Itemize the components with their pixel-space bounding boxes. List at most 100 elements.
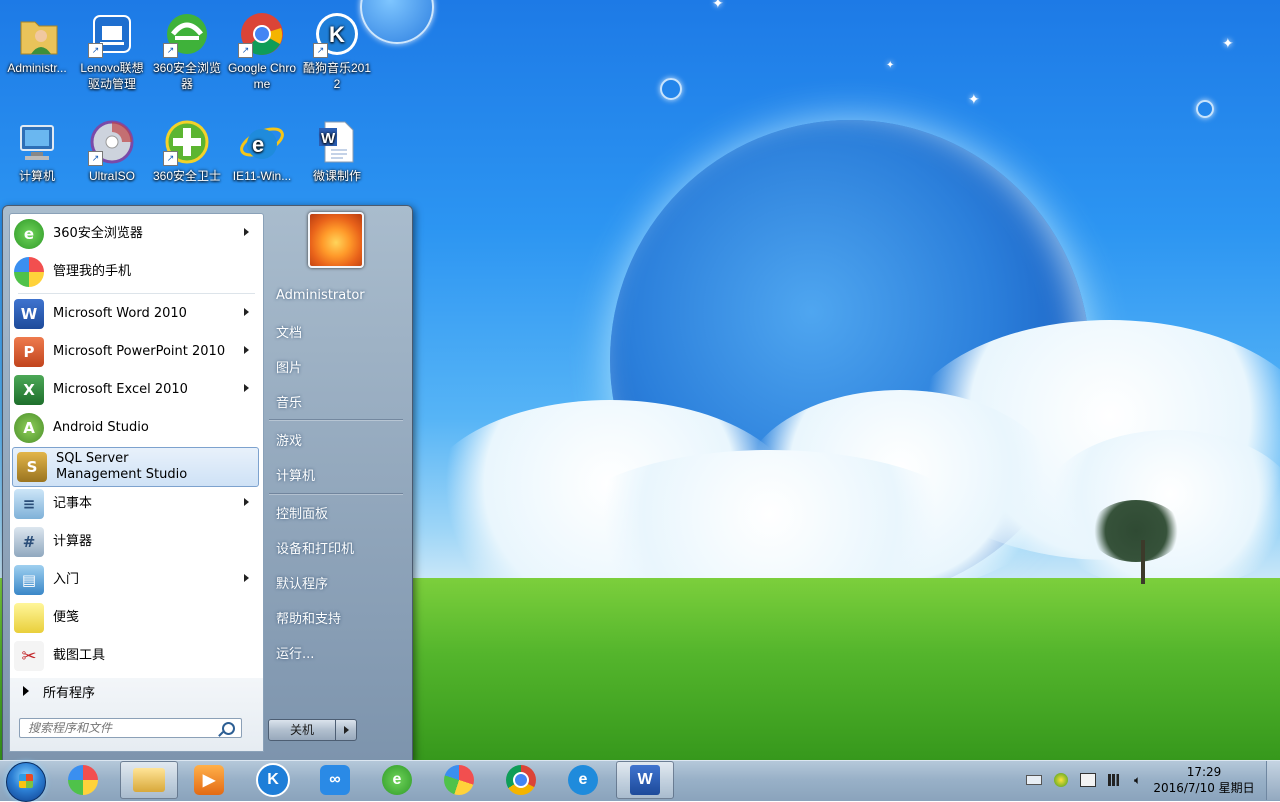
program-item-snipping-tool[interactable]: ✂ 截图工具 [10, 637, 261, 675]
clipboard-icon[interactable] [1080, 773, 1096, 787]
keyboard-icon[interactable] [1026, 775, 1042, 785]
wallpaper-star: ✦ [886, 60, 895, 71]
program-item-360-browser[interactable]: e 360安全浏览器 [10, 215, 261, 253]
sticky-notes-icon [14, 603, 44, 633]
shortcut-arrow-icon: ↗ [88, 151, 103, 166]
submenu-arrow-icon[interactable] [244, 384, 249, 392]
desktop-icon-administrator[interactable]: Administr... [0, 6, 74, 76]
guard-360-tray-icon[interactable] [1054, 773, 1068, 787]
program-item-word[interactable]: W Microsoft Word 2010 [10, 295, 261, 333]
taskbar-item-ie[interactable]: e [556, 761, 610, 799]
desktop-icon-360-guard[interactable]: ↗ 360安全卫士 [150, 114, 224, 184]
taskbar-item-360-browser[interactable]: e [370, 761, 424, 799]
taskbar-item-chrome[interactable] [494, 761, 548, 799]
start-link-computer[interactable]: 计算机 [276, 465, 315, 484]
program-item-sql-server[interactable]: S SQL Server Management Studio [12, 447, 259, 487]
phone-manager-icon [68, 765, 98, 795]
program-item-phone-manager[interactable]: 管理我的手机 [10, 253, 261, 291]
submenu-arrow-icon[interactable] [244, 574, 249, 582]
windows-orb-icon [19, 774, 33, 788]
taskbar-item-media-player[interactable]: ▶ [182, 761, 236, 799]
taskbar-item-explorer[interactable] [120, 761, 178, 799]
wallpaper-star: ✦ [712, 0, 724, 12]
explorer-folder-icon [133, 768, 165, 792]
ie-icon: e [238, 118, 286, 166]
desktop-icon-computer[interactable]: 计算机 [0, 114, 74, 184]
network-signal-icon[interactable] [1108, 774, 1122, 786]
program-item-getting-started[interactable]: ▤ 入门 [10, 561, 261, 599]
start-link-documents[interactable]: 文档 [276, 322, 302, 341]
program-label: 记事本 [53, 496, 93, 511]
user-avatar[interactable] [308, 212, 364, 268]
taskbar-item-baidu-cloud[interactable]: ∞ [308, 761, 362, 799]
ultraiso-disc-icon: ↗ [88, 118, 136, 166]
taskbar-item-kugou[interactable]: K [246, 761, 300, 799]
volume-icon[interactable]: 🔈︎ [1134, 774, 1146, 786]
start-button[interactable] [6, 762, 46, 802]
shortcut-arrow-icon: ↗ [163, 43, 178, 58]
desktop-icon-chrome[interactable]: ↗ Google Chrome [225, 6, 299, 92]
shutdown-options-button[interactable] [335, 719, 357, 741]
program-item-calculator[interactable]: # 计算器 [10, 523, 261, 561]
browser-360-icon: ↗ [163, 10, 211, 58]
program-item-powerpoint[interactable]: P Microsoft PowerPoint 2010 [10, 333, 261, 371]
user-folder-icon [13, 10, 61, 58]
start-link-devices-printers[interactable]: 设备和打印机 [276, 538, 354, 557]
start-link-pictures[interactable]: 图片 [276, 357, 302, 376]
svg-text:e: e [252, 132, 264, 157]
sql-server-icon: S [17, 452, 47, 482]
taskbar-item-phone-manager[interactable] [56, 761, 110, 799]
taskbar-item-ball-app[interactable] [432, 761, 486, 799]
program-label: Microsoft Word 2010 [53, 306, 187, 321]
submenu-arrow-icon[interactable] [244, 346, 249, 354]
desktop-icon-ie11[interactable]: e IE11-Win... [225, 114, 299, 184]
submenu-arrow-icon[interactable] [244, 308, 249, 316]
program-item-sticky-notes[interactable]: 便笺 [10, 599, 261, 637]
program-item-excel[interactable]: X Microsoft Excel 2010 [10, 371, 261, 409]
search-input[interactable] [20, 719, 218, 737]
search-icon[interactable] [222, 722, 235, 735]
desktop-icon-label: 计算机 [18, 169, 55, 183]
program-item-android-studio[interactable]: A Android Studio [10, 409, 261, 447]
desktop-icon-ultraiso[interactable]: ↗ UltraISO [75, 114, 149, 184]
submenu-arrow-icon[interactable] [244, 228, 249, 236]
desktop-icon-360-browser[interactable]: ↗ 360安全浏览器 [150, 6, 224, 92]
program-label: SQL Server Management Studio [56, 451, 188, 482]
word-icon: W [14, 299, 44, 329]
triangle-right-icon [23, 686, 29, 696]
show-desktop-button[interactable] [1266, 761, 1280, 800]
desktop-icon-label: 微课制作 [312, 169, 361, 183]
desktop-icon-lenovo[interactable]: ↗ Lenovo联想驱动管理 [75, 6, 149, 92]
svg-text:W: W [321, 130, 336, 147]
desktop-icon-kugou[interactable]: K ↗ 酷狗音乐2012 [300, 6, 374, 92]
start-search-box[interactable] [19, 718, 242, 738]
start-menu-programs-pane: e 360安全浏览器 管理我的手机 W Microsoft Word 2010 … [9, 213, 264, 679]
word-document-icon: W [313, 118, 361, 166]
start-link-administrator[interactable]: Administrator [276, 288, 365, 303]
desktop-icon-label: Google Chrome [227, 61, 297, 91]
phone-manager-icon [14, 257, 44, 287]
start-link-run[interactable]: 运行... [276, 643, 314, 662]
desktop-icon-label: UltraISO [88, 169, 135, 183]
submenu-arrow-icon[interactable] [244, 498, 249, 506]
separator [269, 493, 403, 494]
wallpaper-tree-trunk [1141, 540, 1145, 584]
program-item-notepad[interactable]: ≡ 记事本 [10, 485, 261, 523]
all-programs-button[interactable]: 所有程序 [9, 679, 260, 703]
start-link-music[interactable]: 音乐 [276, 392, 302, 411]
start-link-control-panel[interactable]: 控制面板 [276, 503, 328, 522]
ie-icon: e [568, 765, 598, 795]
start-link-games[interactable]: 游戏 [276, 430, 302, 449]
wallpaper-star: ✦ [968, 92, 980, 108]
desktop-icon-weike[interactable]: W 微课制作 [300, 114, 374, 184]
taskbar-item-word[interactable]: W [616, 761, 674, 799]
start-link-default-programs[interactable]: 默认程序 [276, 573, 328, 592]
start-link-help-support[interactable]: 帮助和支持 [276, 608, 341, 627]
taskbar-clock[interactable]: 17:29 2016/7/10 星期日 [1150, 764, 1258, 796]
computer-icon [13, 118, 61, 166]
shutdown-button[interactable]: 关机 [268, 719, 336, 741]
media-player-icon: ▶ [194, 765, 224, 795]
program-label: 便笺 [53, 610, 80, 625]
chrome-icon: ↗ [238, 10, 286, 58]
desktop-icon-label: 360安全卫士 [152, 169, 222, 183]
